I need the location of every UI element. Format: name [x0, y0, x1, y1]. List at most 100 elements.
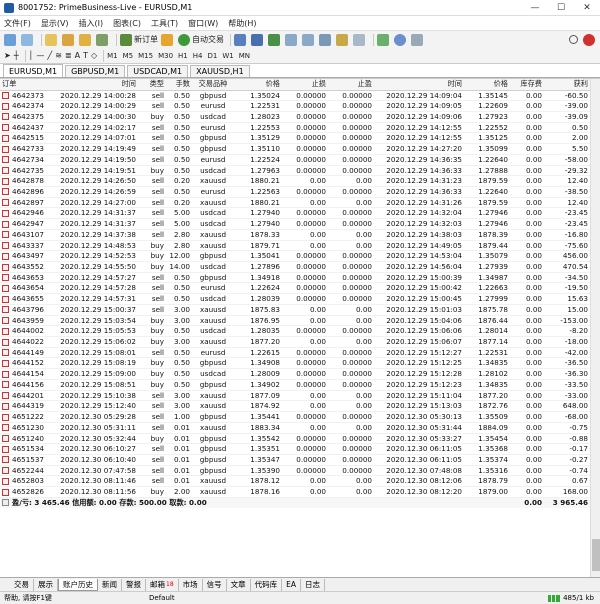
- maximize-button[interactable]: ☐: [548, 0, 574, 16]
- tab-news[interactable]: 新闻: [98, 578, 122, 591]
- indicators-icon[interactable]: [377, 33, 391, 47]
- tab-market[interactable]: 市场: [179, 578, 203, 591]
- account-icon[interactable]: [583, 33, 597, 47]
- chart-shift-icon[interactable]: [336, 33, 350, 47]
- table-row[interactable]: 4643337 2020.12.29 14:48:53 buy 2.80 xauusd 1…: [0, 240, 590, 252]
- new-chart-icon[interactable]: [4, 33, 18, 47]
- table-row[interactable]: 4642946 2020.12.29 14:31:37 sell 5.00 usdcad…: [0, 207, 590, 220]
- tab-articles[interactable]: 文章: [227, 578, 251, 591]
- table-row[interactable]: 4644154 2020.12.29 15:09:00 buy 0.50 usdcad 1…: [0, 368, 590, 380]
- table-row[interactable]: 4644149 2020.12.29 15:08:01 sell 0.50 eurusd…: [0, 347, 590, 359]
- market-watch-icon[interactable]: [45, 33, 59, 47]
- candlestick-icon[interactable]: [251, 33, 265, 47]
- menu-tools[interactable]: 工具(T): [151, 18, 178, 29]
- table-row[interactable]: 4643107 2020.12.29 14:37:38 sell 2.80 xauusd…: [0, 229, 590, 241]
- table-row[interactable]: 4643497 2020.12.29 14:52:53 buy 12.00 gbpusd…: [0, 250, 590, 262]
- chart-tab-eurusd[interactable]: EURUSD,M1: [3, 64, 64, 77]
- timeframe-m1[interactable]: M1: [107, 52, 118, 60]
- shapes-icon[interactable]: ◇: [91, 49, 97, 63]
- table-row[interactable]: 4642733 2020.12.29 14:19:49 sell 0.50 gbpusd…: [0, 143, 590, 155]
- timeframe-mn[interactable]: MN: [239, 52, 250, 60]
- table-row[interactable]: 4642734 2020.12.29 14:19:50 sell 0.50 eurusd…: [0, 154, 590, 166]
- timeframe-w1[interactable]: W1: [222, 52, 233, 60]
- horizontal-line-icon[interactable]: —: [36, 49, 44, 63]
- vertical-line-icon[interactable]: │: [29, 49, 34, 63]
- menu-view[interactable]: 显示(V): [41, 18, 69, 29]
- table-row[interactable]: 4642373 2020.12.29 14:00:28 sell 0.50 gbpusd…: [0, 90, 590, 102]
- col-sl[interactable]: 止损: [282, 79, 328, 91]
- col-volume[interactable]: 手数: [166, 79, 192, 91]
- table-row[interactable]: 4642515 2020.12.29 14:07:01 sell 0.50 gbpusd…: [0, 132, 590, 145]
- tab-mailbox[interactable]: 邮箱 18: [146, 578, 179, 591]
- col-type[interactable]: 类型: [138, 79, 166, 91]
- table-row[interactable]: 4642897 2020.12.29 14:27:00 sell 0.20 xauusd…: [0, 197, 590, 209]
- table-row[interactable]: 4642896 2020.12.29 14:26:59 sell 0.50 eurusd…: [0, 186, 590, 198]
- table-row[interactable]: 4651240 2020.12.30 05:32:44 buy 0.01 gbpusd 1…: [0, 433, 590, 445]
- table-row[interactable]: 4642735 2020.12.29 14:19:51 buy 0.50 usdcad 1…: [0, 165, 590, 177]
- text-icon[interactable]: A: [75, 49, 80, 63]
- col-swap[interactable]: 库存费: [510, 79, 544, 91]
- table-row[interactable]: 4651222 2020.12.30 05:29:28 sell 1.00 gbpusd…: [0, 411, 590, 423]
- menu-help[interactable]: 帮助(H): [228, 18, 256, 29]
- tile-windows-icon[interactable]: [319, 33, 333, 47]
- table-row[interactable]: 4644156 2020.12.29 15:08:51 buy 0.50 gbpusd 1…: [0, 379, 590, 391]
- periods-icon[interactable]: [394, 33, 408, 47]
- fibonacci-icon[interactable]: ≣: [65, 49, 72, 63]
- col-open-price[interactable]: 价格: [234, 79, 282, 91]
- tab-experts[interactable]: EA: [282, 578, 302, 591]
- trendline-icon[interactable]: ╱: [47, 49, 52, 63]
- zoom-out-icon[interactable]: [302, 33, 316, 47]
- table-row[interactable]: 4643654 2020.12.29 14:57:28 sell 0.50 eurusd…: [0, 282, 590, 295]
- table-row[interactable]: 4643552 2020.12.29 14:55:50 buy 14.00 usdcad…: [0, 261, 590, 273]
- tab-journal[interactable]: 日志: [301, 578, 326, 591]
- channel-icon[interactable]: ≋: [55, 49, 62, 63]
- minimize-button[interactable]: —: [522, 0, 548, 16]
- chart-tab-usdcad[interactable]: USDCAD,M1: [127, 65, 189, 77]
- col-order[interactable]: 订单: [0, 79, 52, 91]
- timeframe-m5[interactable]: M5: [123, 52, 134, 60]
- table-row[interactable]: 4652244 2020.12.30 07:47:58 sell 0.01 gbpusd…: [0, 465, 590, 477]
- tab-signals[interactable]: 信号: [203, 578, 227, 591]
- menu-charts[interactable]: 图表(C): [113, 18, 141, 29]
- table-row[interactable]: 4642437 2020.12.29 14:02:17 sell 0.50 eurusd…: [0, 122, 590, 134]
- table-row[interactable]: 4643796 2020.12.29 15:00:37 sell 3.00 xauusd…: [0, 304, 590, 316]
- table-row[interactable]: 4642374 2020.12.29 14:00:29 sell 0.50 eurusd…: [0, 100, 590, 112]
- col-close-time[interactable]: 时间: [374, 79, 464, 91]
- chart-tab-xauusd[interactable]: XAUUSD,H1: [190, 65, 250, 77]
- timeframe-m30[interactable]: M30: [158, 52, 173, 60]
- table-row[interactable]: 4643653 2020.12.29 14:57:27 sell 0.50 gbpusd…: [0, 272, 590, 284]
- table-row[interactable]: 4644002 2020.12.29 15:05:53 buy 0.50 usdcad 1…: [0, 325, 590, 338]
- timeframe-m15[interactable]: M15: [138, 52, 153, 60]
- table-row[interactable]: 4644152 2020.12.29 15:08:19 buy 0.50 gbpusd 1…: [0, 357, 590, 370]
- timeframe-d1[interactable]: D1: [207, 52, 217, 60]
- table-row[interactable]: 4651230 2020.12.30 05:31:11 sell 0.01 xauusd…: [0, 422, 590, 434]
- table-row[interactable]: 4642878 2020.12.29 14:26:50 sell 0.20 xauusd…: [0, 175, 590, 187]
- col-close-price[interactable]: 价格: [464, 79, 510, 91]
- table-row[interactable]: 4642947 2020.12.29 14:31:37 sell 5.00 usdcad…: [0, 218, 590, 230]
- data-window-icon[interactable]: [62, 33, 76, 47]
- timeframe-h4[interactable]: H4: [193, 52, 203, 60]
- auto-trade-button[interactable]: 自动交易: [178, 33, 224, 47]
- scrollbar-thumb[interactable]: [592, 539, 600, 571]
- col-tp[interactable]: 止盈: [328, 79, 374, 91]
- table-row[interactable]: 4652803 2020.12.30 08:11:46 sell 0.01 xauusd…: [0, 475, 590, 488]
- new-order-button[interactable]: 新订单: [120, 33, 158, 47]
- table-row[interactable]: 4643655 2020.12.29 14:57:31 sell 0.50 usdcad…: [0, 293, 590, 305]
- menu-file[interactable]: 文件(F): [4, 18, 31, 29]
- tab-trade[interactable]: 交易: [10, 578, 34, 591]
- col-profit[interactable]: 获利: [544, 79, 590, 91]
- line-chart-icon[interactable]: [268, 33, 282, 47]
- templates-icon[interactable]: [411, 33, 425, 47]
- col-open-time[interactable]: 时间: [52, 79, 138, 91]
- cursor-icon[interactable]: ➤: [4, 49, 11, 63]
- zoom-in-icon[interactable]: [285, 33, 299, 47]
- tab-code-base[interactable]: 代码库: [251, 578, 283, 591]
- menu-window[interactable]: 窗口(W): [188, 18, 218, 29]
- table-row[interactable]: 4644319 2020.12.29 15:12:40 sell 3.00 xauusd…: [0, 400, 590, 413]
- metaeditor-icon[interactable]: [161, 33, 175, 47]
- chart-tab-gbpusd[interactable]: GBPUSD,M1: [65, 65, 126, 77]
- autoscroll-icon[interactable]: [353, 33, 367, 47]
- terminal-icon[interactable]: [96, 33, 110, 47]
- table-row[interactable]: 4642375 2020.12.29 14:00:30 buy 0.50 usdcad 1…: [0, 111, 590, 123]
- timeframe-h1[interactable]: H1: [178, 52, 188, 60]
